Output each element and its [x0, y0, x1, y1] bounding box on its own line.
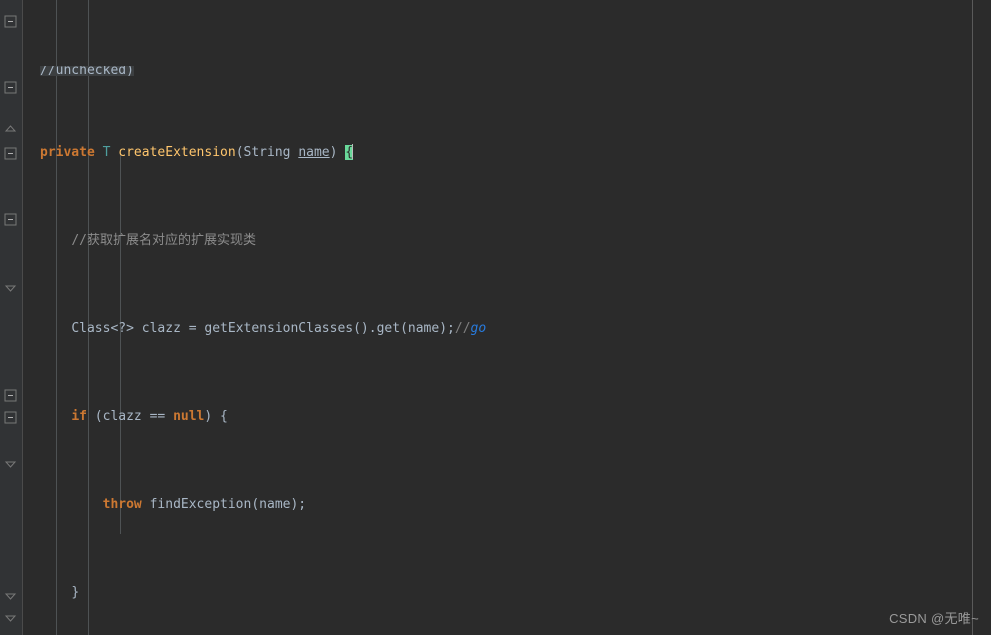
fold-minus-icon[interactable] [3, 212, 18, 227]
code-line[interactable]: Class<?> clazz = getExtensionClasses().g… [22, 318, 991, 340]
code-line[interactable]: //获取扩展名对应的扩展实现类 [22, 230, 991, 252]
fold-minus-icon[interactable] [3, 146, 18, 161]
fold-end-icon [3, 124, 18, 139]
editor-gutter[interactable] [0, 0, 23, 635]
code-line[interactable]: throw findException(name); [22, 494, 991, 516]
fold-end-icon [3, 278, 18, 293]
code-area[interactable]: //unchecked) private T createExtension(S… [22, 0, 991, 635]
csdn-watermark: CSDN @无唯~ [889, 611, 979, 626]
partial-comment-text: //unchecked) [40, 66, 134, 76]
code-editor[interactable]: //unchecked) private T createExtension(S… [0, 0, 991, 635]
code-line[interactable]: private T createExtension(String name) { [22, 142, 991, 164]
fold-minus-icon[interactable] [3, 80, 18, 95]
fold-minus-icon[interactable] [3, 410, 18, 425]
code-line-partial: //unchecked) [22, 66, 991, 76]
fold-end-icon [3, 608, 18, 623]
code-line[interactable]: } [22, 582, 991, 604]
fold-end-icon [3, 454, 18, 469]
fold-minus-icon[interactable] [3, 388, 18, 403]
code-line[interactable]: if (clazz == null) { [22, 406, 991, 428]
fold-end-icon [3, 586, 18, 601]
fold-minus-icon[interactable] [3, 14, 18, 29]
